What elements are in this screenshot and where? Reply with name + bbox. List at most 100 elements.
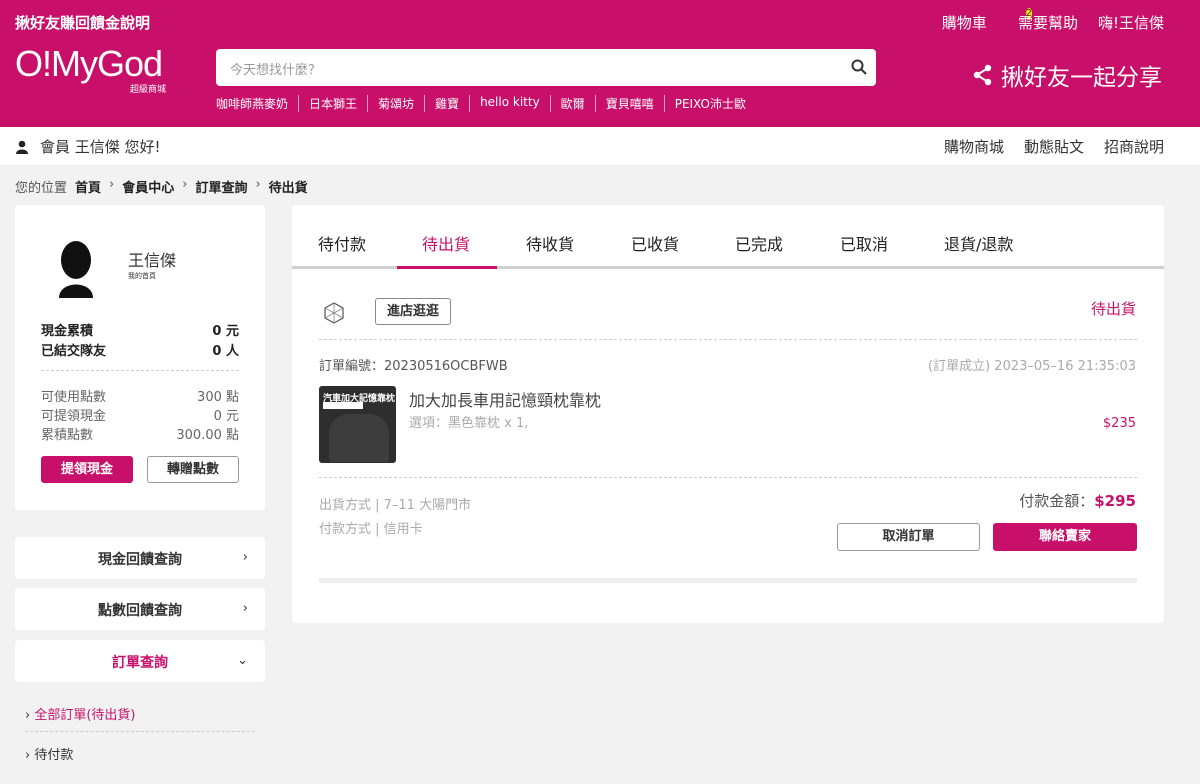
site-header: 揪好友賺回饋金說明 購物車 2 需要幫助 嗨!王信傑 O!MyGod 超級商城 …: [0, 0, 1200, 127]
cart-link[interactable]: 購物車 2: [941, 8, 1032, 35]
member-bar: 會員 王信傑 您好! 購物商城 動態貼文 招商說明: [0, 127, 1200, 165]
nav-shopping-mall[interactable]: 購物商城: [944, 136, 1004, 157]
hot-tag[interactable]: 咖啡師燕麥奶: [216, 95, 298, 112]
visit-shop-button[interactable]: 進店逛逛: [375, 298, 451, 325]
order-panel: 待付款 待出貨 待收貨 已收貨 已完成 已取消 退貨/退款 進店逛逛 待出貨 訂…: [292, 205, 1164, 623]
points-label: 可使用點數: [41, 390, 107, 405]
share-icon: [973, 64, 992, 86]
chevron-right-icon: ›: [25, 748, 35, 763]
points-value: 300 點: [197, 390, 239, 405]
hot-tag[interactable]: 寶貝嘻嘻: [594, 95, 664, 112]
nav-merchant-info[interactable]: 招商說明: [1104, 136, 1164, 157]
hot-tag[interactable]: 歐爾: [549, 95, 595, 112]
tab-pending-payment[interactable]: 待付款: [318, 231, 366, 255]
withdrawable-label: 可提領現金: [41, 409, 107, 424]
total-value: $295: [1094, 492, 1136, 510]
referral-promo-link[interactable]: 揪好友賺回饋金說明: [15, 12, 150, 33]
tab-completed[interactable]: 已完成: [735, 231, 783, 255]
withdraw-cash-button[interactable]: 提領現金: [41, 456, 133, 483]
hot-tag[interactable]: 日本獅王: [298, 95, 367, 112]
search-input[interactable]: 今天想找什麼？: [230, 59, 321, 78]
member-greeting: 會員 王信傑 您好!: [16, 136, 161, 157]
order-number: 訂單編號：20230516OCBFWB: [319, 359, 508, 374]
breadcrumb-separator: ›: [182, 177, 188, 192]
payment-method: 付款方式 | 信用卡: [319, 522, 423, 537]
share-button[interactable]: 揪好友一起分享: [973, 58, 1162, 92]
accum-points-label: 累積點數: [41, 428, 94, 443]
divider: [319, 477, 1137, 478]
hot-tag[interactable]: hello kitty: [469, 95, 550, 112]
breadcrumb-order-query[interactable]: 訂單查詢: [195, 177, 247, 196]
accum-points-row: 累積點數 300.00 點: [41, 424, 239, 443]
menu-cash-query[interactable]: 現金回饋查詢 ›: [15, 537, 265, 579]
friends-label: 已結交隊友: [41, 344, 107, 359]
my-homepage-link[interactable]: 我的首頁: [128, 271, 156, 281]
menu-order-query[interactable]: 訂單查詢 ⌄: [15, 640, 265, 682]
menu-order-query-label: 訂單查詢: [112, 655, 168, 671]
nav-posts[interactable]: 動態貼文: [1024, 136, 1084, 157]
chevron-right-icon: ›: [242, 550, 248, 565]
order-status-tabs: 待付款 待出貨 待收貨 已收貨 已完成 已取消 退貨/退款: [292, 205, 1164, 269]
member-greeting-text: 會員 王信傑 您好!: [40, 138, 161, 156]
avatar: [59, 241, 93, 298]
order-status: 待出貨: [1090, 300, 1136, 318]
product-price: $235: [1102, 416, 1136, 431]
tab-returns[interactable]: 退貨/退款: [944, 231, 1013, 255]
divider: [25, 731, 255, 732]
top-links: 購物車 2 需要幫助 嗨!王信傑: [941, 8, 1164, 35]
breadcrumb-separator: ›: [109, 177, 115, 192]
product-thumbnail[interactable]: 汽車加大記憶靠枕: [319, 386, 396, 463]
cash-accum-value: 0 元: [212, 324, 239, 339]
profile-card: 王信傑 我的首頁 現金累積 0 元 已結交隊友 0 人 可使用點數 300 點 …: [15, 205, 265, 510]
submenu-all-orders-label: 全部訂單(待出貨): [34, 708, 136, 723]
hot-tag[interactable]: 菊頌坊: [367, 95, 424, 112]
total-label: 付款金額：: [1019, 492, 1095, 510]
product-image: [329, 414, 389, 462]
breadcrumb: 您的位置 首頁 › 會員中心 › 訂單查詢 › 待出貨: [15, 177, 308, 196]
site-logo[interactable]: O!MyGod: [15, 46, 163, 82]
chevron-down-icon: ⌄: [237, 653, 248, 668]
breadcrumb-home[interactable]: 首頁: [75, 177, 101, 196]
product-option: 選項：黑色靠枕 x 1,: [409, 416, 529, 431]
hot-search-tags: 咖啡師燕麥奶 日本獅王 菊頌坊 雞寶 hello kitty 歐爾 寶貝嘻嘻 P…: [216, 95, 756, 112]
breadcrumb-separator: ›: [255, 177, 261, 192]
divider: [41, 370, 239, 371]
withdrawable-value: 0 元: [213, 409, 239, 424]
divider: [319, 339, 1137, 340]
cash-accum-label: 現金累積: [41, 324, 94, 339]
profile-name: 王信傑: [128, 251, 177, 270]
cart-label: 購物車: [941, 14, 987, 32]
contact-seller-button[interactable]: 聯絡賣家: [993, 523, 1137, 551]
tab-pending-receipt[interactable]: 待收貨: [526, 231, 574, 255]
breadcrumb-member-center[interactable]: 會員中心: [122, 177, 174, 196]
breadcrumb-current: 待出貨: [268, 181, 308, 196]
share-label: 揪好友一起分享: [1001, 65, 1162, 91]
shop-logo-icon[interactable]: [322, 301, 346, 325]
transfer-points-button[interactable]: 轉贈點數: [147, 456, 239, 483]
cancel-order-button[interactable]: 取消訂單: [837, 523, 980, 551]
points-row: 可使用點數 300 點: [41, 386, 239, 405]
submenu-pending-payment-label: 待付款: [34, 748, 74, 763]
hot-tag[interactable]: PEIXO沛士歐: [663, 95, 756, 112]
menu-cash-query-label: 現金回饋查詢: [98, 552, 182, 568]
hot-tag[interactable]: 雞寶: [424, 95, 469, 112]
submenu-pending-payment[interactable]: › 待付款: [25, 744, 73, 763]
submenu-all-orders[interactable]: › 全部訂單(待出貨): [25, 704, 136, 723]
chevron-right-icon: ›: [25, 708, 35, 723]
friends-value: 0 人: [212, 344, 239, 359]
tab-pending-shipment[interactable]: 待出貨: [422, 231, 470, 255]
member-nav: 購物商城 動態貼文 招商說明: [944, 136, 1164, 157]
user-greeting-link[interactable]: 嗨!王信傑: [1098, 12, 1164, 35]
product-name[interactable]: 加大加長車用記憶頸枕靠枕: [409, 387, 601, 411]
help-link[interactable]: 需要幫助: [1018, 12, 1078, 35]
withdrawable-row: 可提領現金 0 元: [41, 405, 239, 424]
active-tab-indicator: [397, 266, 497, 269]
menu-points-query[interactable]: 點數回饋查詢 ›: [15, 588, 265, 630]
chevron-right-icon: ›: [242, 601, 248, 616]
tab-received[interactable]: 已收貨: [631, 231, 679, 255]
order-footer-bar: [319, 578, 1137, 583]
shipping-method: 出貨方式 | 7–11 大陽門市: [319, 498, 472, 513]
search-icon[interactable]: [850, 58, 868, 76]
tab-cancelled[interactable]: 已取消: [840, 231, 888, 255]
friends-row: 已結交隊友 0 人: [41, 340, 239, 359]
